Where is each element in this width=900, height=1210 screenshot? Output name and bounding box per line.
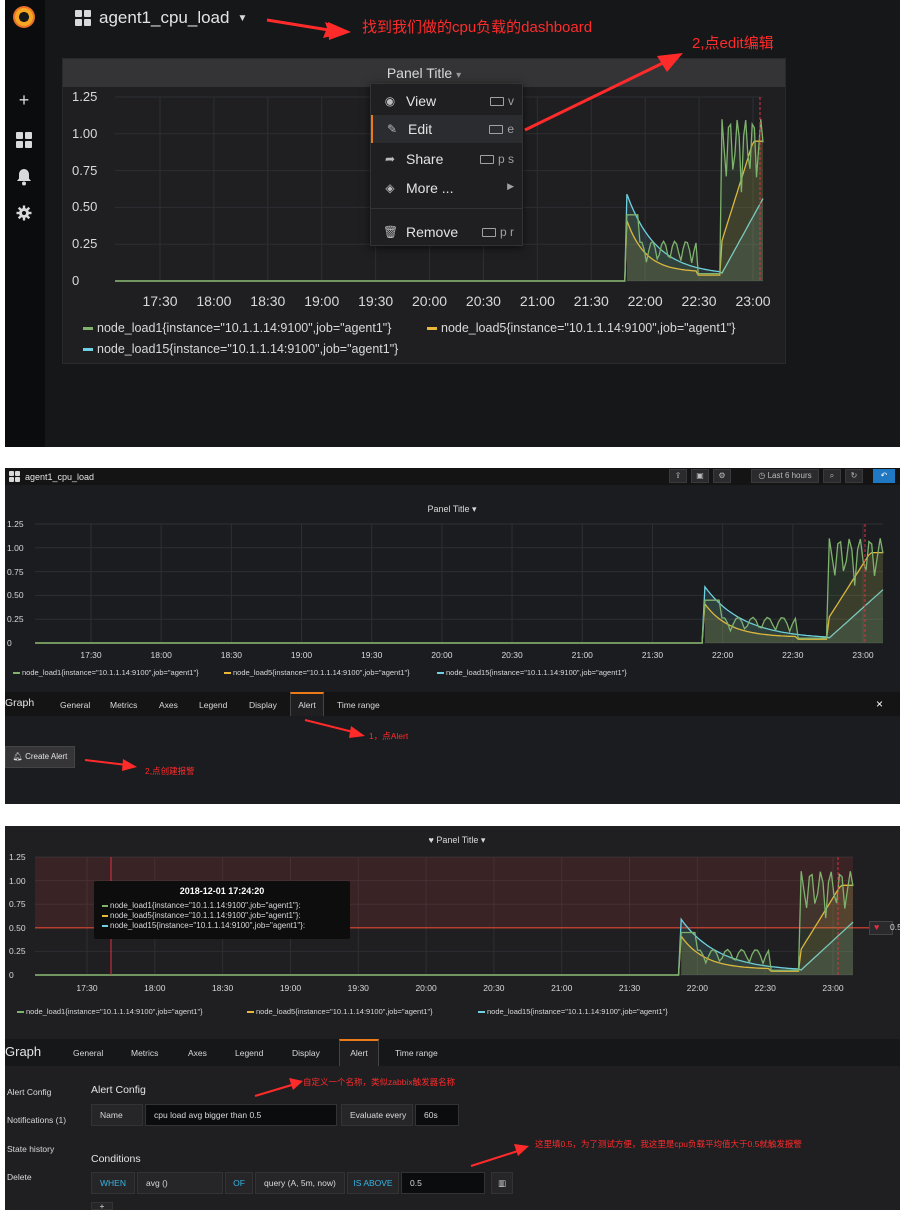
annotation-arrows <box>84 719 365 771</box>
annotation-click-edit: 2,点edit编辑 <box>692 35 774 52</box>
annotation-custom-name: 自定义一个名称，类似zabbix触发器名称 <box>303 1077 456 1087</box>
annotation-arrows <box>254 1078 529 1167</box>
screenshot-dashboard-view: + agent1_cpu_load ▼ Panel Title ▾ 1.25 1.… <box>5 0 900 447</box>
annotation-find-dashboard: 找到我们做的cpu负载的dashboard <box>362 19 593 36</box>
screenshot-alert-config: ♥ Panel Title ▾ 1.25 1.00 0.75 0.50 0.25 0 17… <box>5 826 900 1210</box>
annotation-click-alert: 1，点Alert <box>369 731 409 741</box>
annotation-arrows <box>266 18 683 132</box>
screenshot-panel-editor: agent1_cpu_load ⇪ ▣ ⚙ ◷ Last 6 hours ⌕ ↻… <box>5 468 900 804</box>
annotation-threshold: 这里填0.5，为了测试方便，我这里是cpu负载平均值大于0.5就触发报警 <box>535 1139 802 1149</box>
annotation-create-alert: 2,点创建报警 <box>145 766 195 776</box>
